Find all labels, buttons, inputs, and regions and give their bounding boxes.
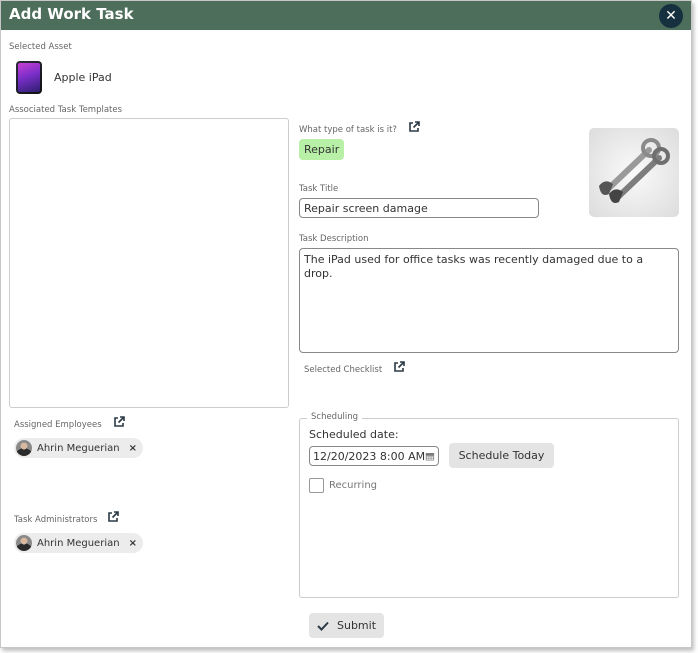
scheduled-date-value: 12/20/2023 8:00 AM xyxy=(313,449,426,463)
recurring-checkbox[interactable] xyxy=(309,478,324,493)
assigned-employee-chip: Ahrin Meguerian × xyxy=(14,438,143,458)
assigned-employees-label: Assigned Employees xyxy=(14,420,102,430)
task-type-label: What type of task is it? xyxy=(299,125,397,135)
add-work-task-dialog: Add Work Task ✕ Selected Asset Apple iPa… xyxy=(0,0,692,648)
task-description-input[interactable]: The iPad used for office tasks was recen… xyxy=(299,248,679,353)
task-type-external-link-icon[interactable] xyxy=(408,121,420,133)
task-type-chip[interactable]: Repair xyxy=(299,139,345,160)
task-title-label: Task Title xyxy=(299,184,339,194)
task-administrators-external-link-icon[interactable] xyxy=(107,511,119,523)
close-button[interactable]: ✕ xyxy=(659,4,683,28)
assigned-employees-external-link-icon[interactable] xyxy=(113,416,125,428)
dialog-title: Add Work Task xyxy=(9,5,134,23)
avatar xyxy=(16,440,32,456)
submit-button[interactable]: Submit xyxy=(309,613,384,638)
task-administrators-label: Task Administrators xyxy=(14,515,98,525)
selected-checklist-label: Selected Checklist xyxy=(304,365,383,375)
recurring-label: Recurring xyxy=(329,480,377,491)
close-icon: ✕ xyxy=(665,8,677,24)
task-templates-label: Associated Task Templates xyxy=(9,105,123,115)
task-administrator-name: Ahrin Meguerian xyxy=(37,537,120,549)
avatar xyxy=(16,535,32,551)
remove-task-administrator-icon[interactable]: × xyxy=(129,538,137,549)
task-templates-list[interactable] xyxy=(9,118,289,408)
checkmark-icon xyxy=(317,621,329,631)
calendar-icon[interactable] xyxy=(425,450,435,463)
ipad-icon xyxy=(16,61,42,94)
task-description-label: Task Description xyxy=(299,234,369,244)
selected-asset-name: Apple iPad xyxy=(54,71,112,84)
assigned-employee-name: Ahrin Meguerian xyxy=(37,442,120,454)
wrench-icon xyxy=(589,128,679,217)
schedule-today-button[interactable]: Schedule Today xyxy=(449,443,554,468)
dialog-titlebar: Add Work Task ✕ xyxy=(1,1,691,30)
submit-label: Submit xyxy=(336,619,377,632)
scheduled-date-input[interactable]: 12/20/2023 8:00 AM xyxy=(309,446,439,466)
scheduling-legend: Scheduling xyxy=(307,412,362,422)
task-administrator-chip: Ahrin Meguerian × xyxy=(14,533,143,553)
remove-assigned-employee-icon[interactable]: × xyxy=(129,443,137,454)
scheduled-date-label: Scheduled date: xyxy=(309,428,399,441)
checklist-external-link-icon[interactable] xyxy=(393,361,405,373)
task-title-input[interactable] xyxy=(299,198,539,218)
selected-asset-label: Selected Asset xyxy=(9,42,72,52)
